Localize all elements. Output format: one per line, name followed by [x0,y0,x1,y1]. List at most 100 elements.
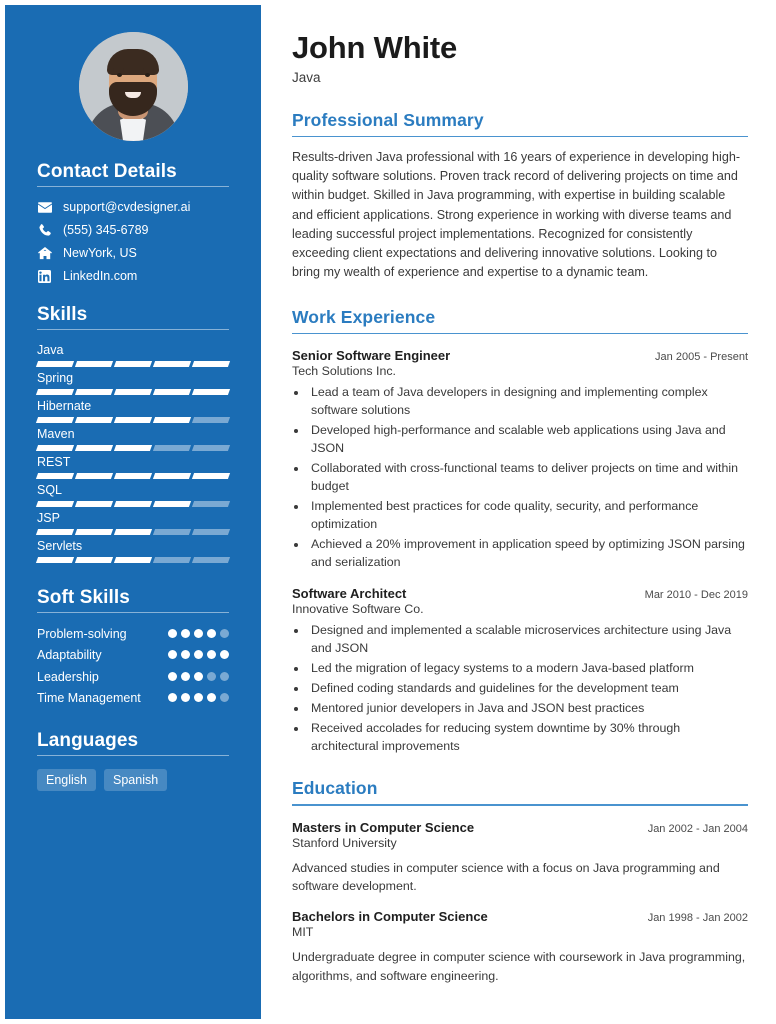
education-entry-description: Undergraduate degree in computer science… [292,950,746,983]
job-role-subtitle: Java [292,69,321,85]
contact-item-location[interactable]: NewYork, US [37,246,229,260]
rating-dot-filled [181,650,190,660]
soft-skill-item: Problem-solving [37,626,229,642]
work-entry-date: Jan 2005 - Present [655,351,748,364]
skill-bar-filled [74,473,114,479]
skills-list: Java Spring Hibernate Maven REST SQL JSP Servle… [35,343,231,563]
work-experience-heading: Work Experience [292,307,436,328]
education-entry-header: Bachelors in Computer Science Jan 1998 - … [292,909,748,924]
envelope-icon [37,201,52,213]
skill-item: Java [35,343,231,367]
skill-bar-filled [152,361,192,367]
soft-skill-label: Leadership [37,669,99,684]
language-tag[interactable]: English [37,769,96,791]
work-entry: Software Architect Mar 2010 - Dec 2019 Inn… [292,586,748,756]
bullet-item: Collaborated with cross-functional teams… [308,460,748,496]
education-entry: Masters in Computer Science Jan 2002 - Ja… [292,820,748,896]
skill-level-bars [35,361,231,367]
skill-item: REST [35,455,231,479]
rating-dot-filled [207,692,216,702]
linkedin-icon [37,269,52,283]
skill-level-bars [35,417,231,423]
bullet-item: Developed high-performance and scalable … [308,422,748,458]
skill-bar-filled [191,389,231,395]
resume-page: Contact Details support@cvdesigner.ai (5… [0,0,776,1024]
skill-bar-filled [35,557,75,563]
skill-bar-filled [191,361,231,367]
skill-level-bars [35,473,231,479]
contact-location-text: NewYork, US [63,246,137,260]
contact-email-text: support@cvdesigner.ai [63,200,191,214]
skill-item: Hibernate [35,399,231,423]
bullet-item: Led the migration of legacy systems to a… [308,660,748,678]
skill-bar-filled [152,473,192,479]
skill-label: JSP [37,511,60,525]
rating-dot-filled [194,671,203,681]
languages-heading: Languages [37,730,139,751]
skill-label: Hibernate [37,399,92,413]
skill-level-bars [35,501,231,507]
skill-bar-filled [35,389,75,395]
soft-skill-item: Leadership [37,669,229,685]
section-divider [37,755,229,756]
phone-icon [37,223,52,237]
language-tag-list: English Spanish [37,769,229,791]
skill-item: JSP [35,511,231,535]
education-entry: Bachelors in Computer Science Jan 1998 - … [292,909,748,985]
education-entry-title: Bachelors in Computer Science [292,909,488,925]
section-divider [37,612,229,613]
work-entry-bullets: Lead a team of Java developers in design… [308,384,748,572]
bullet-item: Implemented best practices for code qual… [308,498,748,534]
soft-skill-rating-dots [168,690,229,702]
soft-skill-item: Time Management [37,690,229,706]
section-divider [292,135,748,138]
soft-skill-item: Adaptability [37,647,229,663]
skill-bar-empty [191,529,231,535]
work-entry-organization: Tech Solutions Inc. [292,364,397,379]
contact-item-linkedin[interactable]: LinkedIn.com [37,269,229,283]
soft-skill-label: Time Management [37,690,141,705]
language-tag[interactable]: Spanish [104,769,168,791]
skill-bar-empty [191,445,231,451]
contact-item-email[interactable]: support@cvdesigner.ai [37,200,229,214]
skill-bar-empty [152,445,192,451]
work-entry-header: Software Architect Mar 2010 - Dec 2019 [292,586,748,601]
education-entry-description: Advanced studies in computer science wit… [292,860,720,893]
section-divider [292,333,748,335]
skill-bar-filled [35,501,75,507]
skill-label: Servlets [37,539,83,553]
skill-bar-filled [152,417,192,423]
skill-bar-filled [74,361,114,367]
skill-label: Spring [37,371,74,385]
professional-summary-section: Professional Summary Results-driven Java… [292,110,748,282]
avatar-container [5,5,261,161]
bullet-item: Received accolades for reducing system d… [308,720,748,756]
rating-dot-empty [220,629,229,638]
rating-dot-filled [207,629,216,638]
skill-bar-filled [113,445,153,451]
soft-skill-rating-dots [168,647,229,660]
skill-bar-filled [74,417,114,423]
bullet-item: Designed and implemented a scalable micr… [308,622,748,658]
rating-dot-empty [207,671,216,681]
skill-label: Maven [37,427,75,441]
education-entry-institution: MIT [292,925,314,940]
skill-level-bars [35,389,231,395]
skill-bar-filled [35,529,75,535]
rating-dot-filled [181,692,190,702]
rating-dot-filled [207,650,216,660]
skill-bar-filled [35,417,75,423]
main-content: John White Java Professional Summary Res… [261,5,770,1019]
skill-bar-empty [191,417,231,423]
contact-item-phone[interactable]: (555) 345-6789 [37,223,229,237]
contact-list: support@cvdesigner.ai (555) 345-6789 New… [37,200,229,283]
professional-summary-heading: Professional Summary [292,109,484,130]
work-entry-date: Mar 2010 - Dec 2019 [644,589,748,602]
work-experience-section: Work Experience Senior Software Engineer… [292,307,748,756]
skill-level-bars [35,529,231,535]
education-entry-title: Masters in Computer Science [292,819,475,835]
languages-section: Languages English Spanish [5,730,261,791]
work-entry-title: Senior Software Engineer [292,348,451,364]
education-heading: Education [292,778,378,799]
work-entry-organization: Innovative Software Co. [292,602,424,617]
